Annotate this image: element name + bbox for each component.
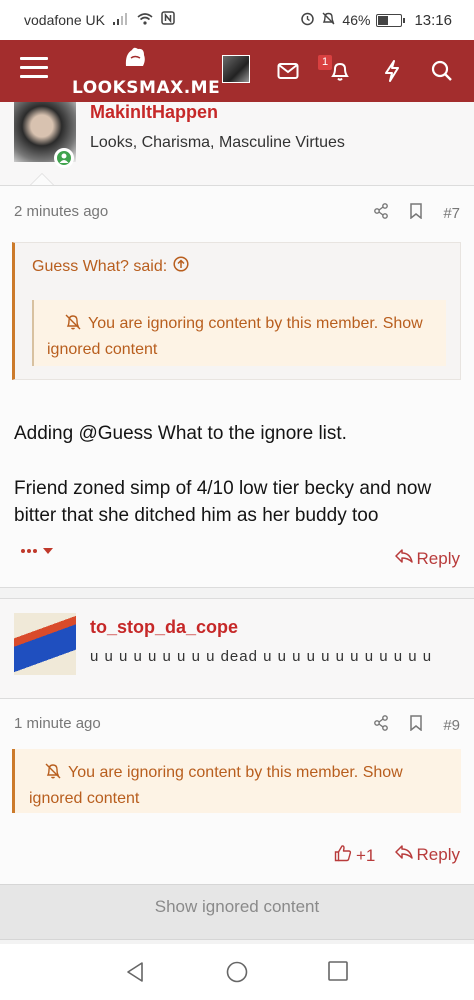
search-icon[interactable]	[427, 56, 457, 86]
like-count: +1	[356, 845, 376, 865]
username[interactable]: to_stop_da_cope	[90, 617, 238, 638]
battery-percent: 46%	[342, 12, 371, 28]
bookmark-icon[interactable]	[409, 715, 423, 735]
reply-icon	[394, 844, 413, 865]
reply-label: Reply	[416, 548, 460, 568]
alarm-icon	[300, 11, 315, 29]
ignored-notice-text[interactable]: You are ignoring content by this member.…	[15, 749, 461, 810]
like-button[interactable]: +1	[334, 844, 375, 867]
post-body: 2 minutes ago #7 Guess What? said: You a…	[0, 185, 474, 588]
site-logo[interactable]: LOOKSMAX.ME	[72, 46, 221, 98]
notification-badge[interactable]: 1	[318, 55, 332, 70]
post-meta: 2 minutes ago #7	[14, 203, 460, 225]
logo-text: LOOKSMAX.ME	[72, 78, 221, 98]
system-nav-bar	[0, 944, 474, 1000]
menu-icon[interactable]	[20, 57, 48, 83]
reply-label: Reply	[416, 844, 460, 864]
battery-icon	[376, 13, 406, 27]
ignored-notice-label[interactable]: You are ignoring content by this member.…	[47, 315, 423, 358]
post-author-block: to_stop_da_cope u u u u u u u u u dead u…	[0, 598, 474, 698]
ignored-notice: You are ignoring content by this member.…	[32, 300, 446, 366]
ignored-notice-label[interactable]: You are ignoring content by this member.…	[29, 764, 403, 807]
back-icon[interactable]	[124, 960, 150, 986]
nfc-icon	[161, 11, 175, 28]
user-title: u u u u u u u u u dead u u u u u u u u u…	[90, 648, 433, 665]
avatar[interactable]	[222, 55, 250, 83]
share-icon[interactable]	[373, 203, 389, 223]
post-meta: 1 minute ago #9	[14, 715, 460, 737]
status-left: vodafone UK	[24, 11, 175, 28]
quote-block: Guess What? said: You are ignoring conte…	[12, 242, 461, 380]
more-options-icon[interactable]	[20, 541, 56, 562]
share-icon[interactable]	[373, 715, 389, 735]
show-ignored-content-button[interactable]: Show ignored content	[0, 884, 474, 940]
status-right: 46% 13:16	[300, 11, 452, 29]
mute-icon	[321, 11, 336, 29]
quote-header[interactable]: Guess What? said:	[32, 256, 189, 277]
ignore-icon	[44, 762, 62, 787]
page: vodafone UK 46% 13:16 LOOKSMAX.ME 1 Maki…	[0, 0, 474, 1000]
post-text-paragraph: Friend zoned simp of 4/10 low tier becky…	[14, 478, 432, 526]
reply-icon	[394, 548, 413, 569]
signal-icon	[112, 12, 129, 28]
user-title: Looks, Charisma, Masculine Virtues	[90, 134, 345, 151]
carrier-label: vodafone UK	[24, 11, 105, 28]
post-time[interactable]: 2 minutes ago	[14, 203, 108, 220]
mail-icon[interactable]	[273, 56, 303, 86]
ignored-notice: You are ignoring content by this member.…	[12, 749, 461, 813]
ignored-notice-text[interactable]: You are ignoring content by this member.…	[34, 300, 446, 361]
post-text-line: Adding @Guess What to the ignore list.	[14, 423, 347, 444]
bolt-icon[interactable]	[377, 56, 407, 86]
wifi-icon	[137, 12, 153, 28]
post-time[interactable]: 1 minute ago	[14, 715, 101, 732]
username[interactable]: MakinItHappen	[90, 102, 218, 123]
post-author-block: MakinItHappen Looks, Charisma, Masculine…	[0, 102, 474, 186]
reply-button[interactable]: Reply	[394, 548, 460, 569]
thumbs-up-icon	[334, 844, 352, 867]
app-header: LOOKSMAX.ME 1	[0, 40, 474, 102]
user-avatar[interactable]	[14, 613, 76, 675]
ignore-icon	[64, 313, 82, 338]
reply-button[interactable]: Reply	[394, 844, 460, 865]
post-number[interactable]: #7	[443, 205, 460, 222]
post-actions: #9	[373, 715, 460, 735]
arrow-up-circle-icon[interactable]	[173, 256, 189, 277]
post-number[interactable]: #9	[443, 717, 460, 734]
battery-fill	[378, 15, 389, 25]
recents-icon[interactable]	[327, 960, 353, 986]
home-icon[interactable]	[225, 960, 251, 986]
online-status-icon	[54, 148, 74, 168]
logo-icon	[72, 46, 198, 72]
quote-author: Guess What? said:	[32, 257, 168, 275]
post-actions: #7	[373, 203, 460, 223]
post-body: 1 minute ago #9 You are ignoring content…	[0, 698, 474, 884]
status-bar: vodafone UK 46% 13:16	[0, 0, 474, 40]
post-pointer	[30, 173, 54, 185]
clock: 13:16	[414, 11, 452, 29]
bookmark-icon[interactable]	[409, 203, 423, 223]
